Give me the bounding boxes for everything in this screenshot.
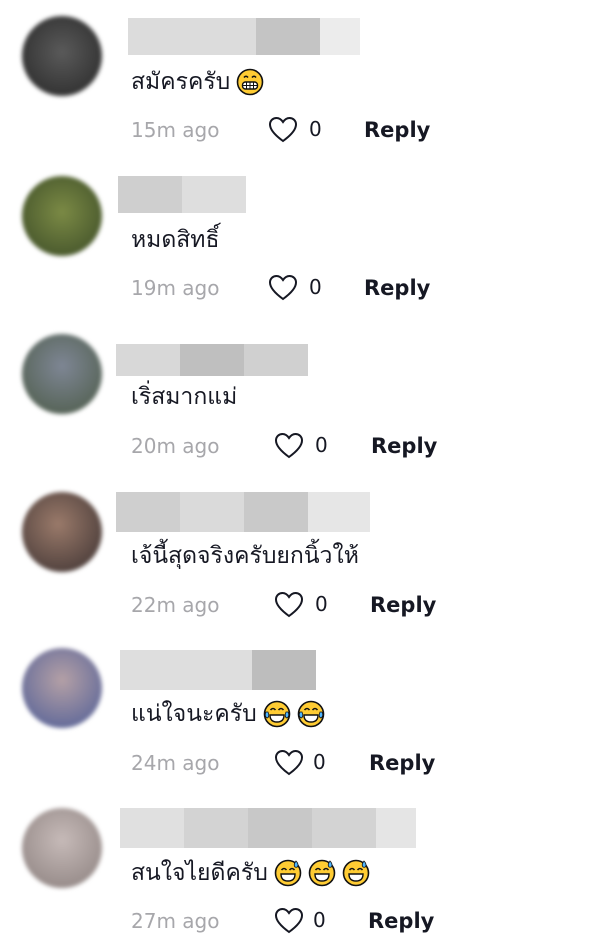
comment-text-row: เจ้นี้สุดจริงครับยกนิ้วให้ <box>131 541 359 571</box>
comment-meta: 19m ago 0 Reply <box>131 273 551 303</box>
sweat-smile-emoji-icon <box>274 859 302 887</box>
like-count: 0 <box>313 908 326 932</box>
comment-time: 19m ago <box>131 276 220 300</box>
comment-time: 20m ago <box>131 434 220 458</box>
reply-button[interactable]: Reply <box>369 748 435 778</box>
comment-text-row: สนใจไยดีครับ <box>131 858 370 888</box>
tears-of-joy-emoji-icon <box>263 700 290 728</box>
like-count: 0 <box>315 433 328 457</box>
heart-icon[interactable] <box>274 749 304 777</box>
comment-item: เริ่สมากแม่ 20m ago 0 Reply <box>0 316 600 474</box>
avatar[interactable] <box>22 176 102 256</box>
reply-button[interactable]: Reply <box>364 115 430 145</box>
comment-meta: 15m ago 0 Reply <box>131 115 551 145</box>
reply-button[interactable]: Reply <box>364 273 430 303</box>
comment-item: สนใจไยดีครับ 27m ago 0 Reply <box>0 790 600 948</box>
comment-text-row: เริ่สมากแม่ <box>131 382 237 412</box>
avatar[interactable] <box>22 808 102 888</box>
avatar[interactable] <box>22 492 102 572</box>
avatar[interactable] <box>22 16 102 96</box>
comment-item: สมัครครับ 15m ago 0 Reply <box>0 0 600 158</box>
comment-meta: 22m ago 0 Reply <box>131 590 551 620</box>
avatar[interactable] <box>22 334 102 414</box>
comment-time: 27m ago <box>131 909 220 933</box>
comment-text: สนใจไยดีครับ <box>131 860 268 886</box>
like-count: 0 <box>309 275 322 299</box>
comment-meta: 24m ago 0 Reply <box>131 748 551 778</box>
avatar[interactable] <box>22 648 102 728</box>
comment-text-row: สมัครครับ <box>131 67 264 97</box>
like-count: 0 <box>313 750 326 774</box>
comment-time: 15m ago <box>131 118 220 142</box>
sweat-smile-emoji-icon <box>342 859 370 887</box>
username[interactable] <box>118 176 246 213</box>
comment-item: แน่ใจนะครับ 24m ago 0 Reply <box>0 632 600 790</box>
sweat-smile-emoji-icon <box>308 859 336 887</box>
comment-text: เจ้นี้สุดจริงครับยกนิ้วให้ <box>131 543 359 569</box>
comment-text: แน่ใจนะครับ <box>131 701 257 727</box>
comment-text-row: แน่ใจนะครับ <box>131 699 325 729</box>
comment-text: หมดสิทธิ์ <box>131 227 220 253</box>
heart-icon[interactable] <box>268 116 298 144</box>
heart-icon[interactable] <box>274 591 304 619</box>
username[interactable] <box>128 18 360 55</box>
comment-meta: 27m ago 0 Reply <box>131 906 551 936</box>
reply-button[interactable]: Reply <box>371 431 437 461</box>
heart-icon[interactable] <box>274 432 304 460</box>
reply-button[interactable]: Reply <box>370 590 436 620</box>
like-count: 0 <box>309 117 322 141</box>
comment-item: เจ้นี้สุดจริงครับยกนิ้วให้ 22m ago 0 Rep… <box>0 474 600 632</box>
heart-icon[interactable] <box>274 907 304 935</box>
comment-time: 22m ago <box>131 593 220 617</box>
username[interactable] <box>120 808 416 848</box>
comment-text: เริ่สมากแม่ <box>131 384 238 410</box>
heart-icon[interactable] <box>268 274 298 302</box>
username[interactable] <box>116 344 308 376</box>
like-count: 0 <box>315 592 328 616</box>
reply-button[interactable]: Reply <box>368 906 434 936</box>
comment-meta: 20m ago 0 Reply <box>131 431 551 461</box>
username[interactable] <box>120 650 316 690</box>
comment-item: หมดสิทธิ์ 19m ago 0 Reply <box>0 158 600 316</box>
tears-of-joy-emoji-icon <box>297 700 324 728</box>
grinning-teeth-emoji-icon <box>236 68 264 96</box>
comment-time: 24m ago <box>131 751 220 775</box>
comment-text-row: หมดสิทธิ์ <box>131 225 220 255</box>
comment-text: สมัครครับ <box>131 69 231 95</box>
username[interactable] <box>116 492 370 532</box>
